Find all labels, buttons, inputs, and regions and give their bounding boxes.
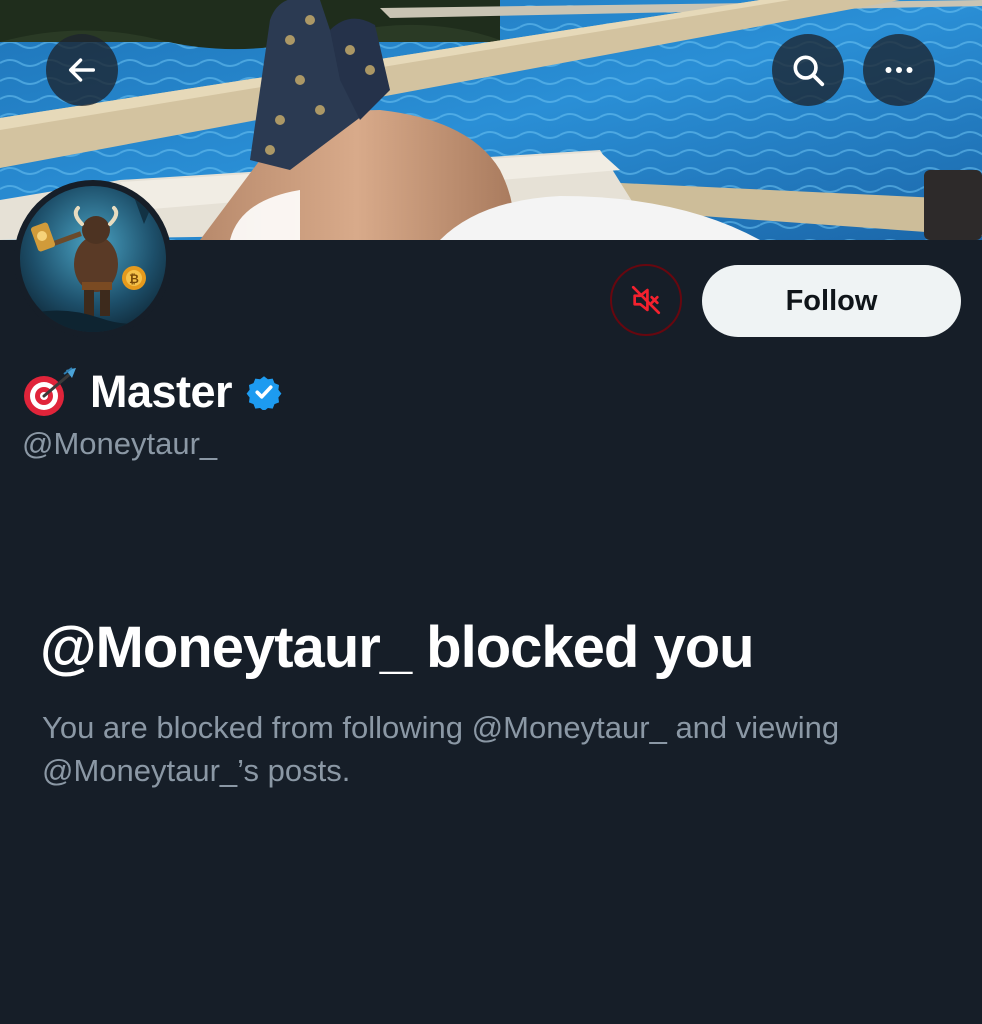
- direct-hit-target-emoji: [24, 367, 76, 416]
- back-button[interactable]: [46, 34, 118, 106]
- svg-text:₿: ₿: [129, 272, 139, 286]
- follow-button[interactable]: Follow: [702, 265, 961, 337]
- avatar-image: ₿: [20, 186, 166, 332]
- profile-name-row: Master: [22, 362, 282, 422]
- avatar[interactable]: ₿: [14, 180, 172, 338]
- speaker-muted-icon: [631, 285, 661, 315]
- verified-badge-icon[interactable]: [246, 374, 282, 410]
- profile-handle: @Moneytaur_: [22, 426, 218, 461]
- follow-button-label: Follow: [785, 284, 878, 317]
- unmute-button[interactable]: [610, 264, 682, 336]
- display-name: Master: [90, 366, 233, 417]
- search-icon: [793, 55, 825, 87]
- more-horizontal-icon: [885, 67, 913, 73]
- arrow-left-icon: [68, 58, 96, 82]
- profile-page: ₿ Follow Master @Moneytaur_ @Moneytaur_ …: [0, 0, 982, 1024]
- search-button[interactable]: [772, 34, 844, 106]
- more-options-button[interactable]: [863, 34, 935, 106]
- blocked-description: You are blocked from following @Moneytau…: [42, 710, 840, 788]
- blocked-title: @Moneytaur_ blocked you: [40, 615, 755, 680]
